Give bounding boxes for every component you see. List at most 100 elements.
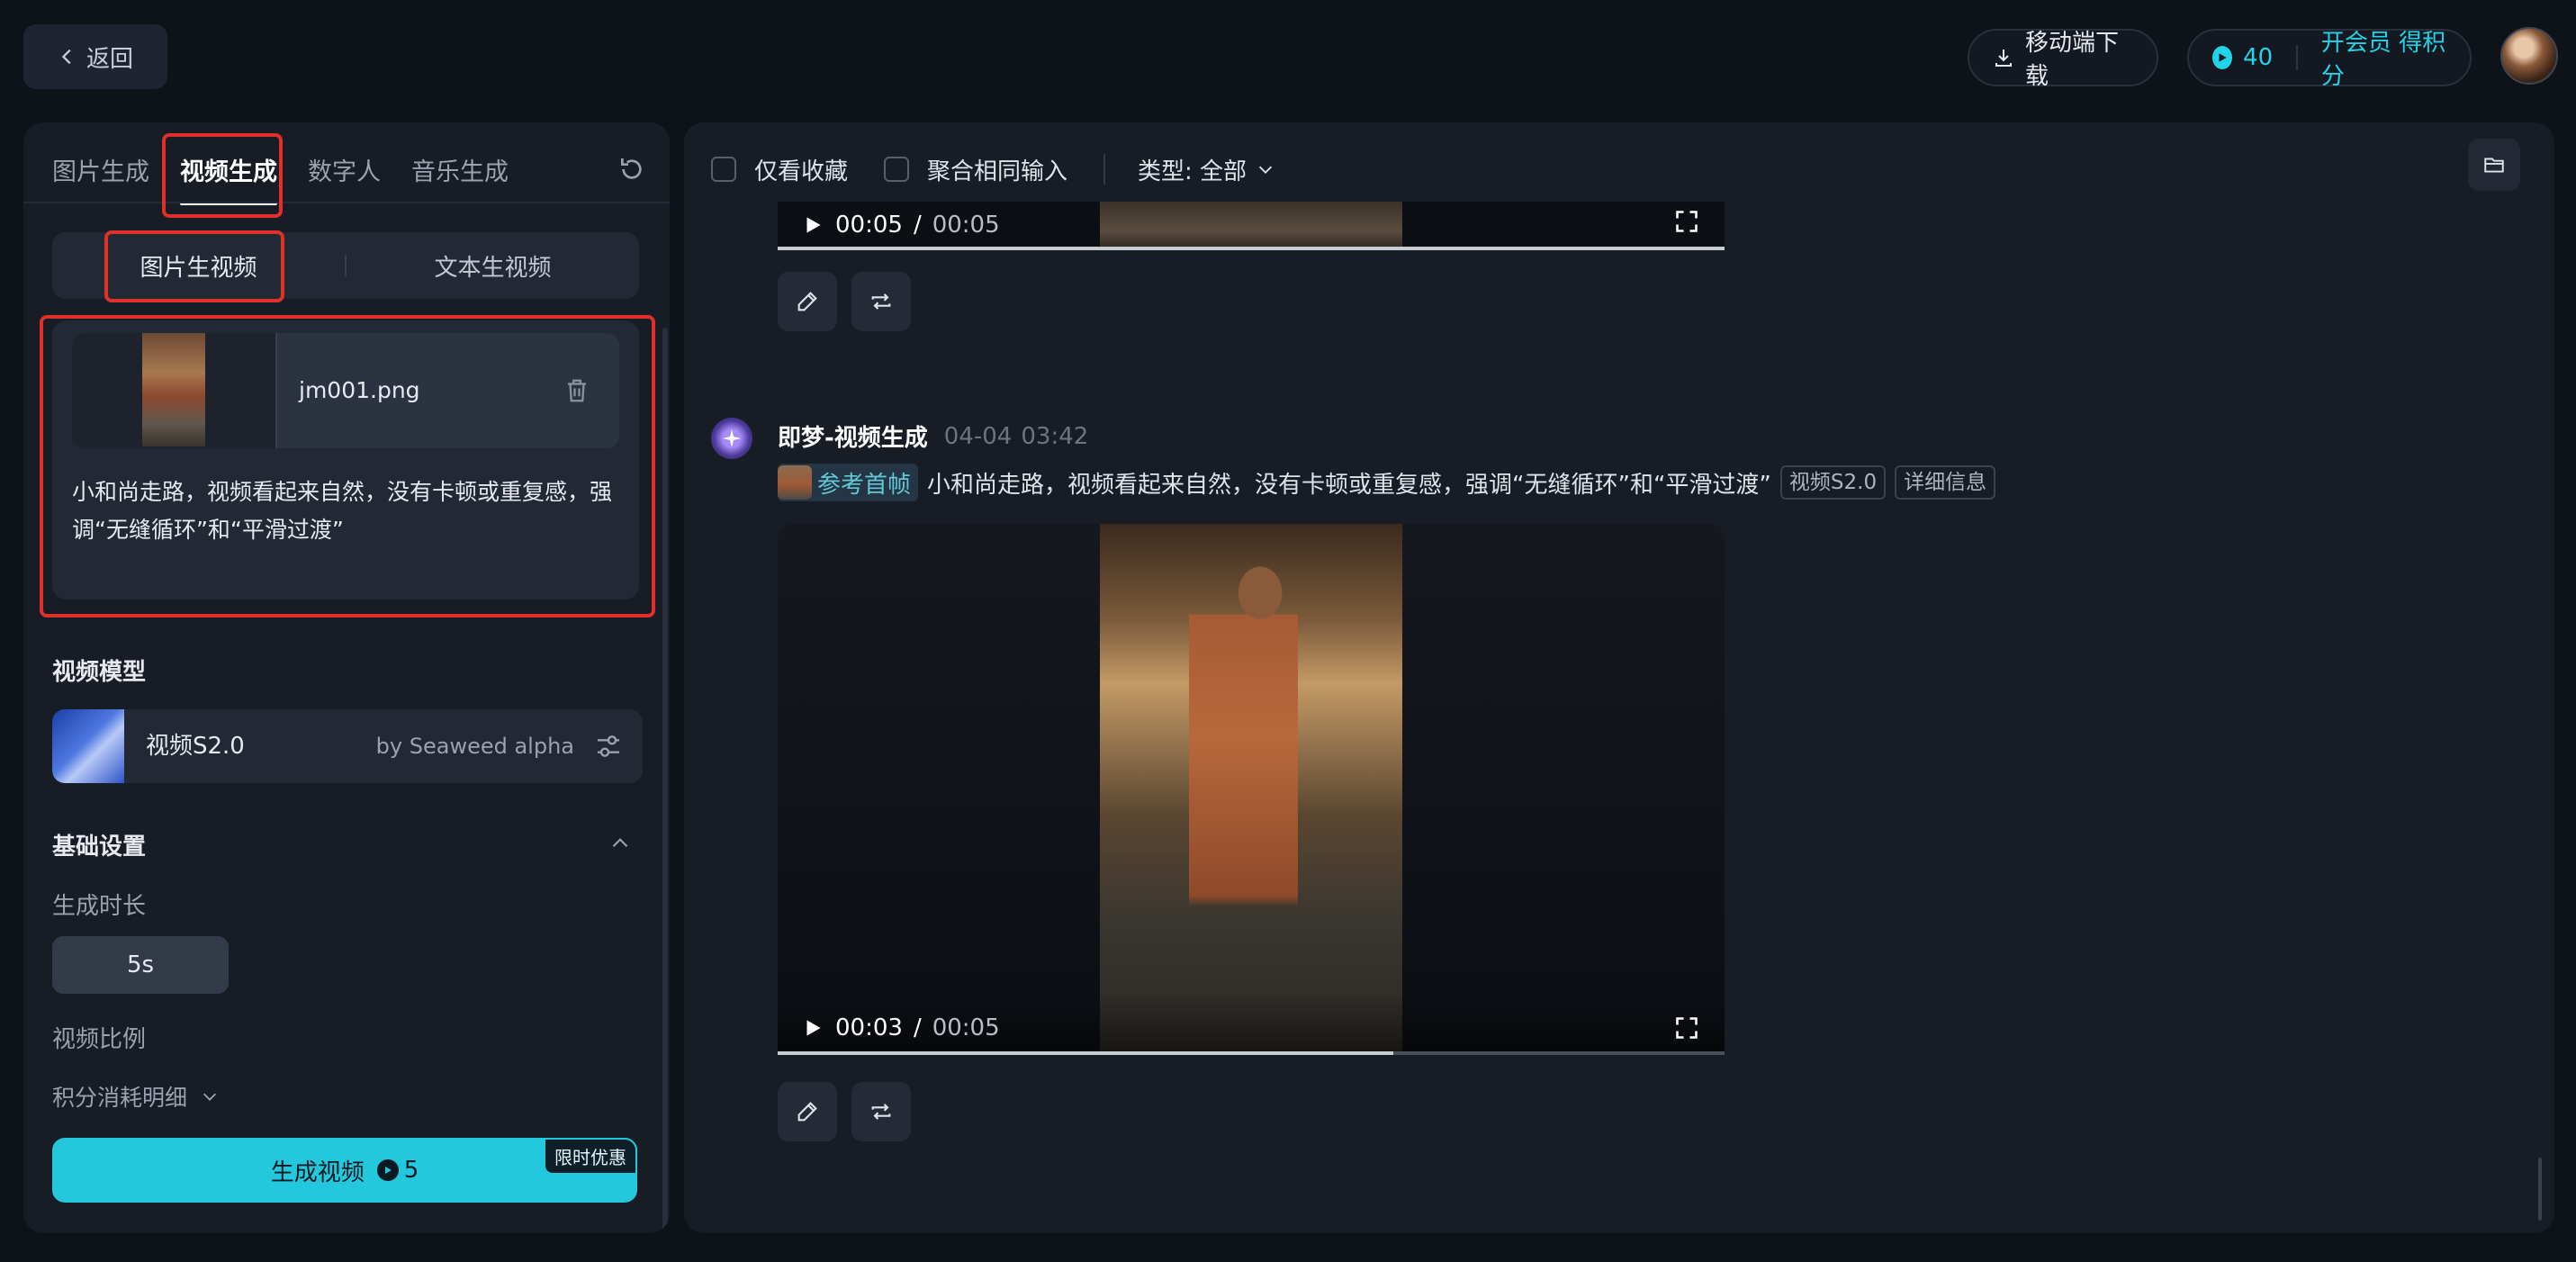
- tab-image-gen[interactable]: 图片生成: [52, 149, 149, 196]
- coin-icon: [376, 1159, 399, 1181]
- repeat-icon: [871, 1104, 891, 1120]
- points-coin-icon: [2212, 46, 2233, 69]
- message-sender: 即梦-视频生成: [778, 425, 928, 452]
- prompt-textarea[interactable]: 小和尚走路，视频看起来自然，没有卡顿或重复感，强调“无缝循环”和“平滑过渡”: [72, 473, 621, 549]
- model-name: 视频S2.0: [146, 733, 245, 760]
- video1-total: 00:05: [932, 212, 1000, 239]
- left-scrollbar[interactable]: [662, 328, 668, 1233]
- fullscreen-icon[interactable]: [1674, 1015, 1699, 1041]
- message-header: 即梦-视频生成 04-04 03:42: [778, 419, 1088, 453]
- reference-frame-chip[interactable]: 参考首帧: [778, 464, 919, 501]
- regenerate-button-2[interactable]: [851, 1082, 911, 1141]
- ratio-label: 视频比例: [52, 1026, 147, 1053]
- subtab-text-to-video[interactable]: 文本生视频: [347, 249, 639, 283]
- model-provider: by Seaweed alpha: [375, 734, 574, 759]
- type-select-label: 类型: 全部: [1138, 158, 1247, 185]
- pencil-icon: [797, 292, 817, 311]
- generate-cost: 5: [403, 1157, 419, 1184]
- mode-tabs: 图片生成 视频生成 数字人 音乐生成: [52, 149, 539, 205]
- reference-label: 参考首帧: [817, 471, 912, 499]
- video2-current: 00:03: [835, 1014, 903, 1041]
- left-panel: 图片生成 视频生成 数字人 音乐生成 图片生视频 文本生视频 jm001.png…: [23, 122, 670, 1233]
- generate-video-button[interactable]: 生成视频 5 限时优惠: [52, 1138, 637, 1203]
- mobile-download-button[interactable]: 移动端下载: [1968, 29, 2158, 90]
- fullscreen-icon[interactable]: [1674, 209, 1699, 234]
- duration-label: 生成时长: [52, 893, 147, 920]
- merge-label: 聚合相同输入: [927, 158, 1068, 185]
- detail-info-tag[interactable]: 详细信息: [1895, 465, 1996, 500]
- sparkle-icon: [723, 429, 741, 447]
- chevron-down-icon: [203, 1093, 217, 1101]
- image-prompt-box: jm001.png 小和尚走路，视频看起来自然，没有卡顿或重复感，强调“无缝循环…: [52, 320, 639, 599]
- message-time: 03:42: [1021, 422, 1089, 450]
- message-date: 04-04: [943, 422, 1013, 450]
- video-controls-1: 00:05 / 00:05: [778, 202, 1725, 250]
- play-icon[interactable]: [801, 1016, 824, 1040]
- refresh-icon[interactable]: [617, 155, 646, 184]
- points-pill[interactable]: 40 开会员 得积分: [2187, 29, 2472, 90]
- video2-progress[interactable]: [778, 1051, 1725, 1055]
- favorites-label: 仅看收藏: [754, 158, 849, 185]
- uploaded-file-card: jm001.png: [72, 333, 619, 448]
- model-selector[interactable]: 视频S2.0 by Seaweed alpha: [52, 709, 643, 783]
- results-panel: 仅看收藏 聚合相同输入 类型: 全部 00:05 / 00:05 即梦-视频生成…: [684, 122, 2554, 1233]
- video2-total: 00:05: [932, 1014, 1000, 1041]
- file-thumbnail[interactable]: [72, 333, 277, 448]
- results-filters: 仅看收藏 聚合相同输入 类型: 全部: [711, 148, 1275, 191]
- chevron-up-icon[interactable]: [608, 832, 632, 855]
- folder-button[interactable]: [2468, 139, 2520, 191]
- time-separator: /: [913, 1014, 922, 1041]
- model-section-title: 视频模型: [52, 659, 147, 686]
- tab-digital-human[interactable]: 数字人: [308, 149, 381, 196]
- points-count: 40: [2243, 44, 2274, 71]
- trash-icon[interactable]: [563, 376, 590, 405]
- filter-merge[interactable]: 聚合相同输入: [884, 153, 1067, 186]
- back-button[interactable]: 返回: [23, 24, 167, 89]
- vip-link[interactable]: 开会员 得积分: [2321, 24, 2446, 91]
- filter-favorites[interactable]: 仅看收藏: [711, 153, 848, 186]
- edit-button-2[interactable]: [778, 1082, 837, 1141]
- subtab-image-to-video[interactable]: 图片生视频: [52, 249, 345, 283]
- video-mode-switch: 图片生视频 文本生视频: [52, 232, 639, 299]
- video-frame-2: [1100, 524, 1402, 1055]
- download-icon: [1995, 50, 2012, 67]
- message-prompt: 小和尚走路，视频看起来自然，没有卡顿或重复感，强调“无缝循环”和“平滑过渡”: [927, 471, 1771, 499]
- user-avatar[interactable]: [2500, 27, 2558, 85]
- time-separator: /: [913, 212, 922, 239]
- merge-checkbox[interactable]: [884, 157, 910, 182]
- assistant-avatar: [711, 418, 752, 459]
- duration-5s-button[interactable]: 5s: [52, 936, 229, 994]
- basic-settings-title: 基础设置: [52, 834, 147, 861]
- reference-thumbnail: [778, 465, 812, 500]
- chevron-left-icon: [61, 49, 71, 65]
- video1-current: 00:05: [835, 212, 903, 239]
- pill-divider: [2296, 45, 2298, 70]
- promo-badge: 限时优惠: [544, 1138, 637, 1175]
- chevron-down-icon: [1258, 166, 1273, 174]
- video-player-1[interactable]: 00:05 / 00:05: [778, 202, 1725, 250]
- regenerate-button-1[interactable]: [851, 272, 911, 331]
- play-icon[interactable]: [801, 213, 824, 237]
- file-name: jm001.png: [299, 377, 420, 403]
- model-tag: 视频S2.0: [1779, 465, 1887, 500]
- edit-button-1[interactable]: [778, 272, 837, 331]
- type-select[interactable]: 类型: 全部: [1138, 153, 1275, 186]
- pencil-icon: [797, 1102, 817, 1122]
- video-controls-2: 00:03 / 00:05: [778, 992, 1725, 1055]
- back-label: 返回: [86, 45, 133, 73]
- results-scrollbar[interactable]: [2538, 1158, 2542, 1221]
- generate-label: 生成视频: [270, 1158, 365, 1186]
- model-thumbnail: [52, 709, 124, 783]
- cost-detail-toggle[interactable]: 积分消耗明细: [52, 1080, 220, 1113]
- tab-video-gen[interactable]: 视频生成: [180, 149, 277, 205]
- tab-music-gen[interactable]: 音乐生成: [411, 149, 509, 196]
- folder-icon: [2484, 158, 2504, 173]
- message-prompt-line: 参考首帧 小和尚走路，视频看起来自然，没有卡顿或重复感，强调“无缝循环”和“平滑…: [778, 463, 1996, 502]
- cost-detail-label: 积分消耗明细: [52, 1085, 188, 1111]
- sliders-icon[interactable]: [594, 732, 623, 761]
- repeat-icon: [871, 293, 891, 310]
- video1-progress[interactable]: [778, 247, 1725, 250]
- download-label: 移动端下载: [2025, 30, 2120, 90]
- favorites-checkbox[interactable]: [711, 157, 736, 182]
- video-player-2[interactable]: 00:03 / 00:05: [778, 524, 1725, 1055]
